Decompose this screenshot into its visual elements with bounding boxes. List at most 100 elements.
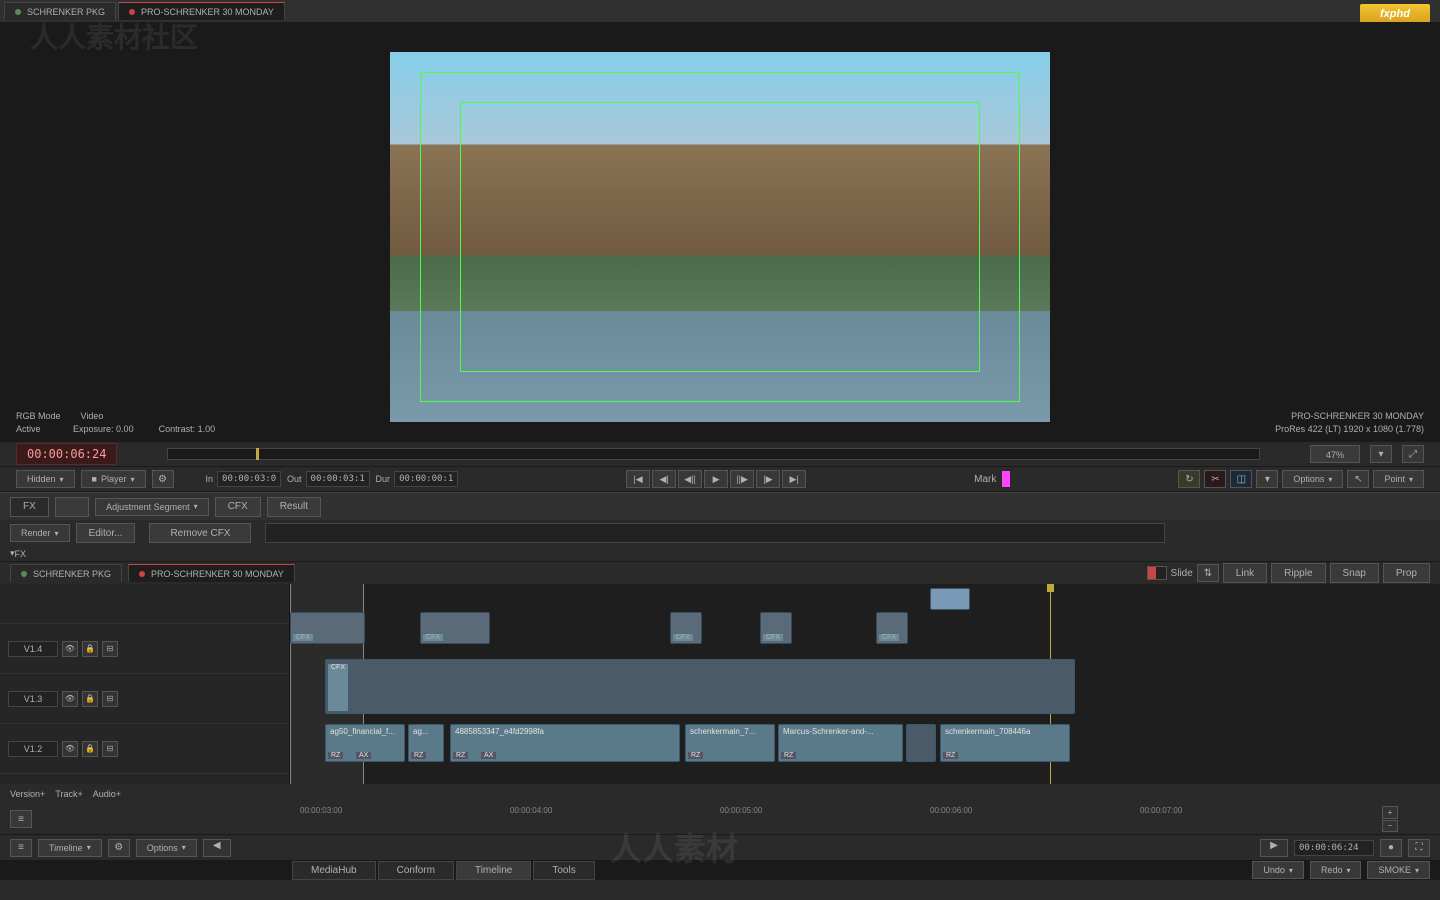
timeline-ruler[interactable]: 00:00:03:00 00:00:04:00 00:00:05:00 00:0…	[290, 804, 1380, 834]
in-timecode[interactable]	[217, 471, 281, 487]
layout-icon[interactable]: ≡	[10, 839, 32, 857]
hidden-dropdown[interactable]: Hidden	[16, 470, 75, 488]
track-mute-icon[interactable]: ⊟	[102, 691, 118, 707]
track-lock-icon[interactable]: 🔒	[82, 741, 98, 757]
mode-tools[interactable]: Tools	[533, 861, 594, 880]
track-v12-label[interactable]: V1.2	[8, 741, 58, 757]
slide-stepper-icon[interactable]: ⇅	[1197, 564, 1219, 582]
gear-icon[interactable]: ⚙	[152, 470, 174, 488]
tl-tab-pro-schrenker[interactable]: PRO-SCHRENKER 30 MONDAY	[128, 564, 295, 582]
track-eye-icon[interactable]: 👁	[62, 741, 78, 757]
cursor-icon[interactable]: ↖	[1347, 470, 1369, 488]
clip[interactable]: CFX	[760, 612, 792, 644]
track-v13-label[interactable]: V1.3	[8, 691, 58, 707]
clip[interactable]: schenkermain_708446aRZ	[940, 724, 1070, 762]
clip-main[interactable]: CFX	[325, 659, 1075, 714]
expand-icon[interactable]: ⤢	[1402, 445, 1424, 463]
remove-cfx-button[interactable]: Remove CFX	[149, 523, 251, 543]
clip[interactable]: CFX	[290, 612, 365, 644]
settings-icon[interactable]: ⚙	[108, 839, 130, 857]
clip[interactable]: CFX	[670, 612, 702, 644]
audio-button[interactable]: Audio+	[93, 789, 121, 799]
zoom-level[interactable]: 47%	[1310, 445, 1360, 463]
mode-timeline[interactable]: Timeline	[456, 861, 531, 880]
zoom-in-icon[interactable]: +	[1382, 806, 1398, 819]
tab-schrenker-pkg[interactable]: SCHRENKER PKG	[4, 2, 116, 20]
snap-button[interactable]: Snap	[1330, 563, 1379, 583]
track-eye-icon[interactable]: 👁	[62, 691, 78, 707]
player-dropdown[interactable]: ■ Player	[81, 470, 146, 488]
mode-conform[interactable]: Conform	[378, 861, 454, 880]
track-mute-icon[interactable]: ⊟	[102, 641, 118, 657]
record-icon[interactable]: ●	[1380, 839, 1402, 857]
clip[interactable]: ag...RZ	[408, 724, 444, 762]
viewer-canvas[interactable]	[390, 52, 1050, 422]
viewer-info-right: PRO-SCHRENKER 30 MONDAY ProRes 422 (LT) …	[1275, 410, 1424, 436]
current-timecode[interactable]: 00:00:06:24	[16, 443, 117, 465]
track-button[interactable]: Track+	[55, 789, 82, 799]
editor-button[interactable]: Editor...	[76, 523, 136, 543]
tool-icon-2[interactable]: ✂	[1204, 470, 1226, 488]
clip-thumb[interactable]	[930, 588, 970, 610]
cfx-button[interactable]: CFX	[215, 497, 261, 517]
ripple-button[interactable]: Ripple	[1271, 563, 1325, 583]
frame-back-icon[interactable]: ◀||	[678, 470, 702, 488]
track-lock-icon[interactable]: 🔒	[82, 641, 98, 657]
step-back-icon[interactable]: ◀|	[652, 470, 676, 488]
out-timecode[interactable]	[306, 471, 370, 487]
tl-tab-schrenker[interactable]: SCHRENKER PKG	[10, 564, 122, 582]
scroll-right-icon[interactable]: ▶	[1260, 839, 1288, 857]
bottom-timecode[interactable]	[1294, 840, 1374, 856]
track-v14-label[interactable]: V1.4	[8, 641, 58, 657]
clip[interactable]: 4885853347_e4fd2998faRZAX	[450, 724, 680, 762]
redo-button[interactable]: Redo	[1310, 861, 1362, 879]
clip[interactable]: Marcus-Schrenker-and-...RZ	[778, 724, 903, 762]
link-button[interactable]: Link	[1223, 563, 1267, 583]
prop-button[interactable]: Prop	[1383, 563, 1430, 583]
mark-label: Mark	[974, 474, 996, 485]
render-dropdown[interactable]: Render	[10, 524, 70, 542]
scroll-left-icon[interactable]: ◀	[203, 839, 231, 857]
goto-start-icon[interactable]: |◀	[626, 470, 650, 488]
undo-button[interactable]: Undo	[1252, 861, 1304, 879]
safe-inner-guide	[460, 102, 980, 372]
track-lock-icon[interactable]: 🔒	[82, 691, 98, 707]
fx-button[interactable]: FX	[10, 497, 49, 517]
adjustment-segment-dropdown[interactable]: Adjustment Segment	[95, 498, 209, 516]
frame-fwd-icon[interactable]: ||▶	[730, 470, 754, 488]
goto-end-icon[interactable]: ▶|	[782, 470, 806, 488]
clip[interactable]: schenkermain_7...RZ	[685, 724, 775, 762]
clip[interactable]: ag50_financial_f...RZAX	[325, 724, 405, 762]
tool-dropdown-icon[interactable]: ▾	[1256, 470, 1278, 488]
dur-timecode[interactable]	[394, 471, 458, 487]
slide-toggle[interactable]	[1147, 566, 1167, 580]
smoke-dropdown[interactable]: SMOKE	[1367, 861, 1430, 879]
tool-icon-1[interactable]: ↻	[1178, 470, 1200, 488]
tab-pro-schrenker[interactable]: PRO-SCHRENKER 30 MONDAY	[118, 2, 285, 20]
zoom-dropdown-icon[interactable]: ▾	[1370, 445, 1392, 463]
ruler-menu-icon[interactable]: ≡	[10, 810, 32, 828]
clip[interactable]	[906, 724, 936, 762]
track-eye-icon[interactable]: 👁	[62, 641, 78, 657]
fullscreen-icon[interactable]: ⛶	[1408, 839, 1430, 857]
effect-field[interactable]	[265, 523, 1165, 543]
timeline-canvas[interactable]: CFX CFX CFX CFX CFX CFX ag50_financial_f…	[290, 584, 1440, 784]
timeline-mode-dropdown[interactable]: Timeline	[38, 839, 102, 857]
mark-indicator[interactable]	[1002, 471, 1010, 487]
version-button[interactable]: Version+	[10, 789, 45, 799]
result-button[interactable]: Result	[267, 497, 321, 517]
tool-icon-3[interactable]: ◫	[1230, 470, 1252, 488]
options-bottom-dropdown[interactable]: Options	[136, 839, 197, 857]
options-dropdown[interactable]: Options	[1282, 470, 1343, 488]
track-mute-icon[interactable]: ⊟	[102, 741, 118, 757]
blank-button[interactable]	[55, 497, 89, 517]
step-fwd-icon[interactable]: |▶	[756, 470, 780, 488]
fxphd-logo: fxphd	[1360, 4, 1430, 24]
point-dropdown[interactable]: Point	[1373, 470, 1424, 488]
clip[interactable]: CFX	[876, 612, 908, 644]
scrub-bar[interactable]	[167, 448, 1260, 460]
mode-mediahub[interactable]: MediaHub	[292, 861, 376, 880]
clip[interactable]: CFX	[420, 612, 490, 644]
zoom-out-icon[interactable]: −	[1382, 820, 1398, 833]
play-icon[interactable]: ▶	[704, 470, 728, 488]
